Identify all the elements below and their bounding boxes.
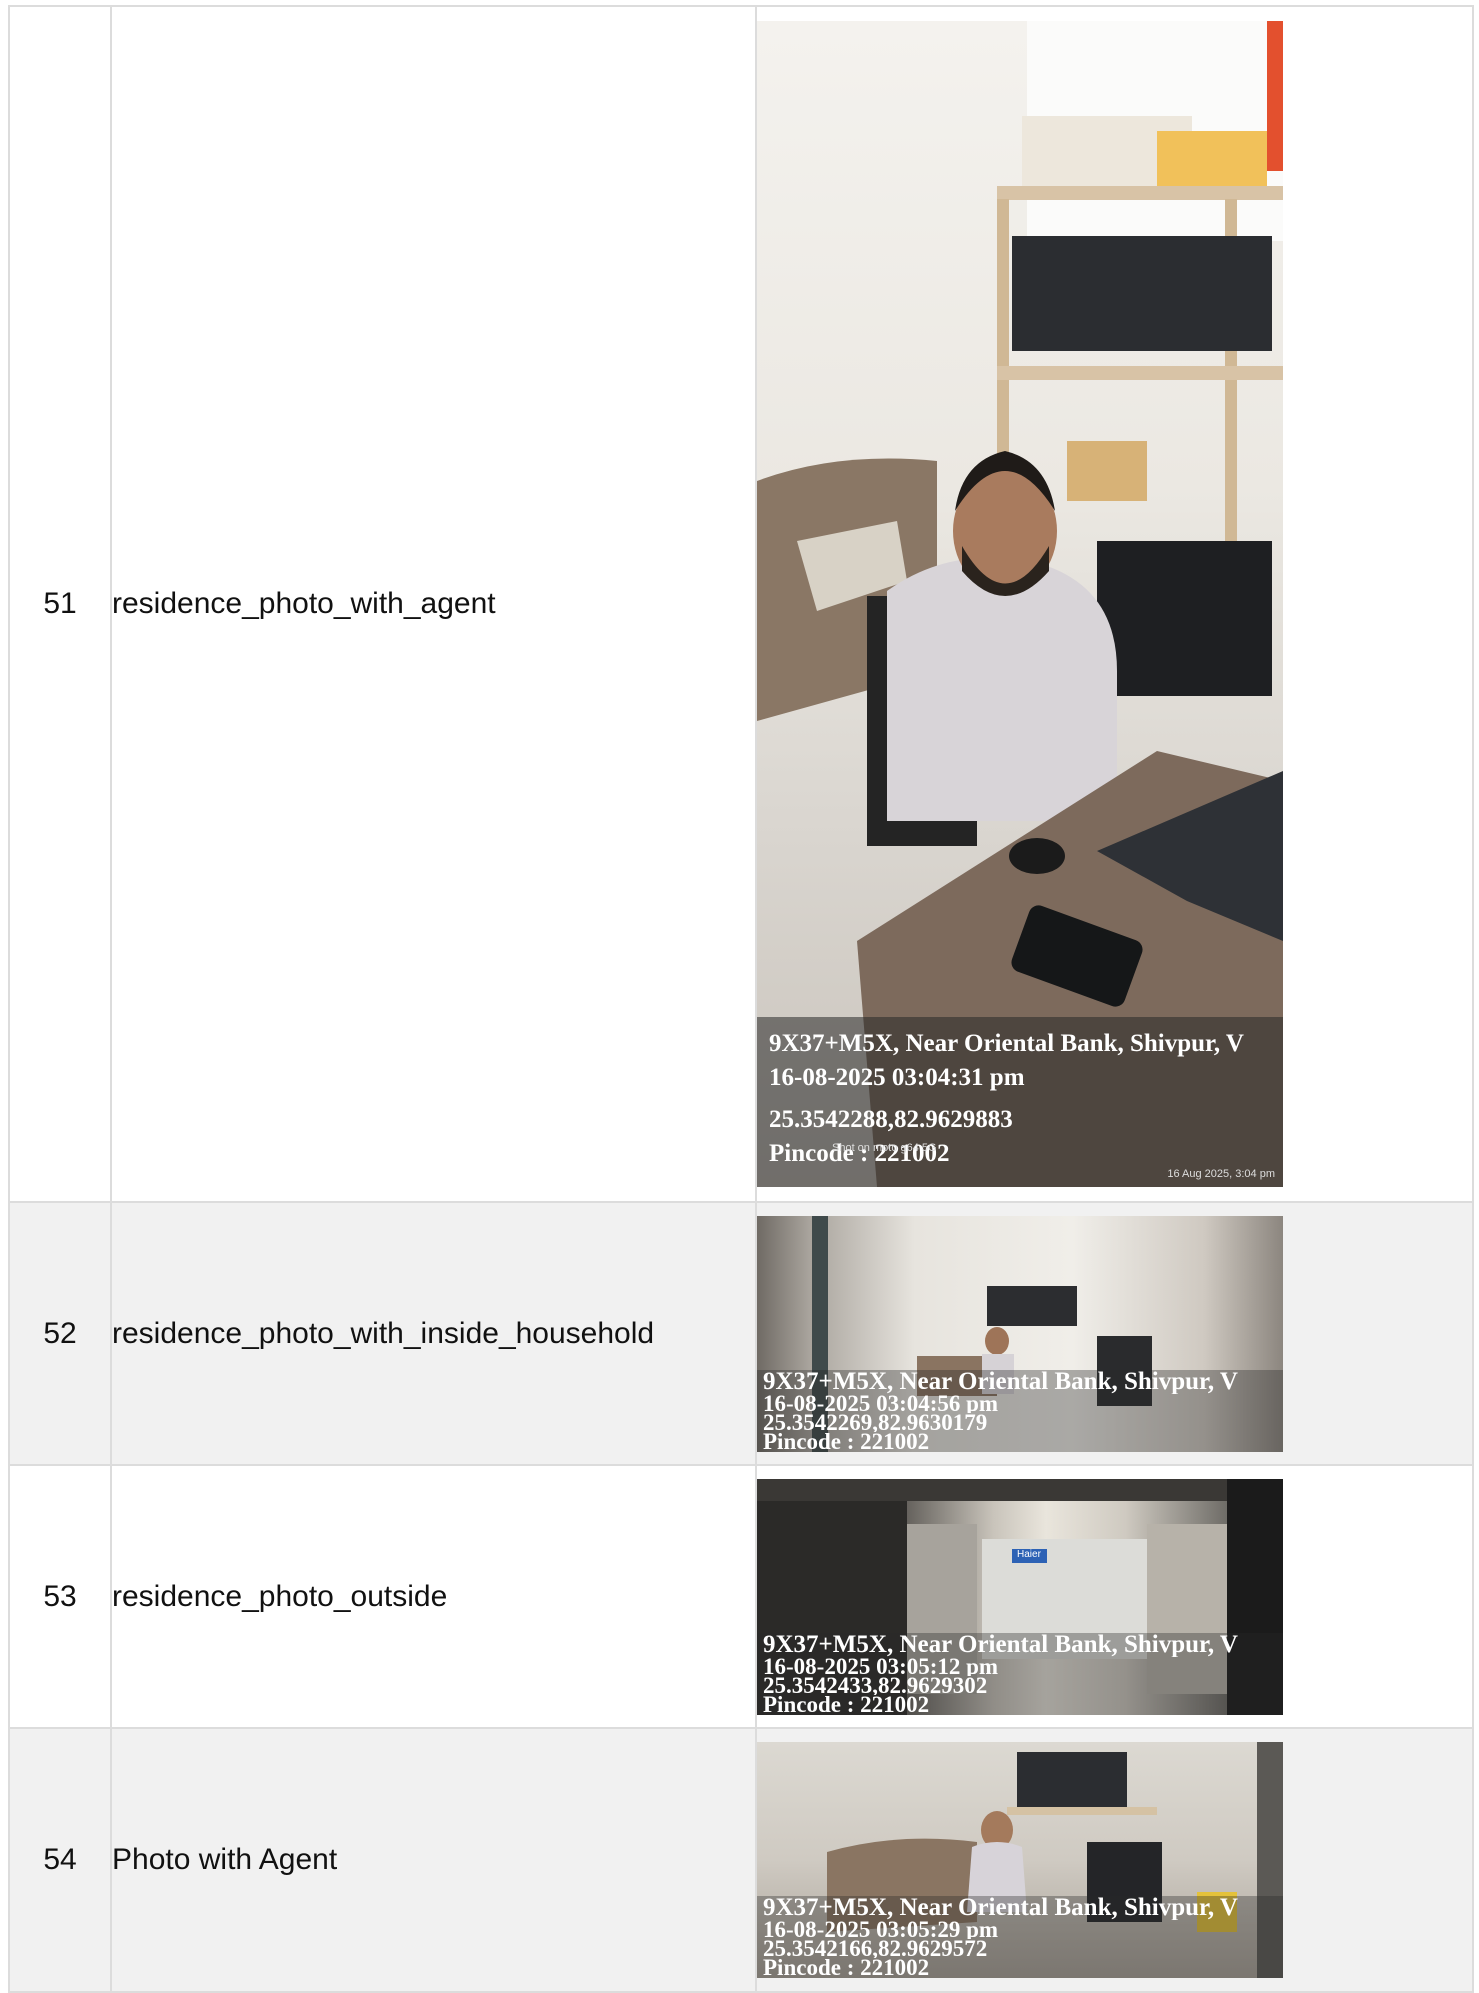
row-number: 54 (8, 1727, 112, 1993)
timestamp-watermark: 16 Aug 2025, 3:04 pm (1167, 1168, 1275, 1180)
photo-cell: 9X37+M5X, Near Oriental Bank, Shivpur, V… (755, 1727, 1474, 1993)
overlay-address: 9X37+M5X, Near Oriental Bank, Shivpur, V (763, 1632, 1238, 1657)
overlay-datetime: 16-08-2025 03:05:29 pm (763, 1920, 999, 1939)
table-row: 54 Photo with Agent 9X37+M5X, Near Orien… (8, 1727, 1474, 1993)
camera-watermark: Shot on moto g64 5G (832, 1142, 937, 1154)
table-row: 52 residence_photo_with_inside_household… (8, 1201, 1474, 1466)
photo-scene (757, 21, 1283, 1187)
row-label: Photo with Agent (110, 1727, 757, 1993)
overlay-coords: 25.3542166,82.9629572 (763, 1939, 988, 1958)
overlay-pincode: Pincode : 221002 (763, 1958, 930, 1977)
overlay-coords: 25.3542433,82.9629302 (763, 1675, 988, 1695)
photo-cell: Haier 9X37+M5X, Near Oriental Bank, Shiv… (755, 1464, 1474, 1729)
photo-cell: 9X37+M5X, Near Oriental Bank, Shivpur, V… (755, 1201, 1474, 1466)
shop-sign: Haier (1017, 1548, 1041, 1560)
overlay-datetime: 16-08-2025 03:04:56 pm (763, 1393, 999, 1413)
row-label: residence_photo_outside (110, 1464, 757, 1729)
row-label: residence_photo_with_agent (110, 5, 757, 1203)
table-row: 51 residence_photo_with_agent 9X37+M5X, … (8, 5, 1474, 1203)
overlay-pincode: Pincode : 221002 (763, 1431, 930, 1451)
photo-overlay: 9X37+M5X, Near Oriental Bank, Shivpur, V… (757, 1632, 1283, 1715)
table-row: 53 residence_photo_outside Haier 9X37+M5… (8, 1464, 1474, 1729)
residence-photo-outside[interactable]: Haier 9X37+M5X, Near Oriental Bank, Shiv… (757, 1478, 1283, 1715)
row-number: 53 (8, 1464, 112, 1729)
overlay-address: 9X37+M5X, Near Oriental Bank, Shivpur, V (763, 1369, 1238, 1394)
overlay-datetime: 16-08-2025 03:05:12 pm (763, 1656, 999, 1676)
photo-overlay: 9X37+M5X, Near Oriental Bank, Shivpur, V… (757, 1369, 1283, 1452)
row-number: 51 (8, 5, 112, 1203)
photo-cell: 9X37+M5X, Near Oriental Bank, Shivpur, V… (755, 5, 1474, 1203)
photo-overlay: 9X37+M5X, Near Oriental Bank, Shivpur, V… (757, 1896, 1283, 1978)
overlay-datetime: 16-08-2025 03:04:31 pm (769, 1064, 1025, 1091)
residence-photo-with-agent[interactable]: 9X37+M5X, Near Oriental Bank, Shivpur, V… (757, 21, 1283, 1187)
overlay-address: 9X37+M5X, Near Oriental Bank, Shivpur, V (763, 1896, 1238, 1920)
photo-table: 51 residence_photo_with_agent 9X37+M5X, … (8, 5, 1474, 1993)
overlay-address: 9X37+M5X, Near Oriental Bank, Shivpur, V (769, 1030, 1244, 1057)
photo-overlay: 9X37+M5X, Near Oriental Bank, Shivpur, V… (757, 1017, 1283, 1187)
row-number: 52 (8, 1201, 112, 1466)
row-label: residence_photo_with_inside_household (110, 1201, 757, 1466)
residence-photo-inside-household[interactable]: 9X37+M5X, Near Oriental Bank, Shivpur, V… (757, 1215, 1283, 1452)
overlay-pincode: Pincode : 221002 (763, 1694, 930, 1714)
overlay-coords: 25.3542269,82.9630179 (763, 1412, 988, 1432)
photo-with-agent[interactable]: 9X37+M5X, Near Oriental Bank, Shivpur, V… (757, 1742, 1283, 1978)
